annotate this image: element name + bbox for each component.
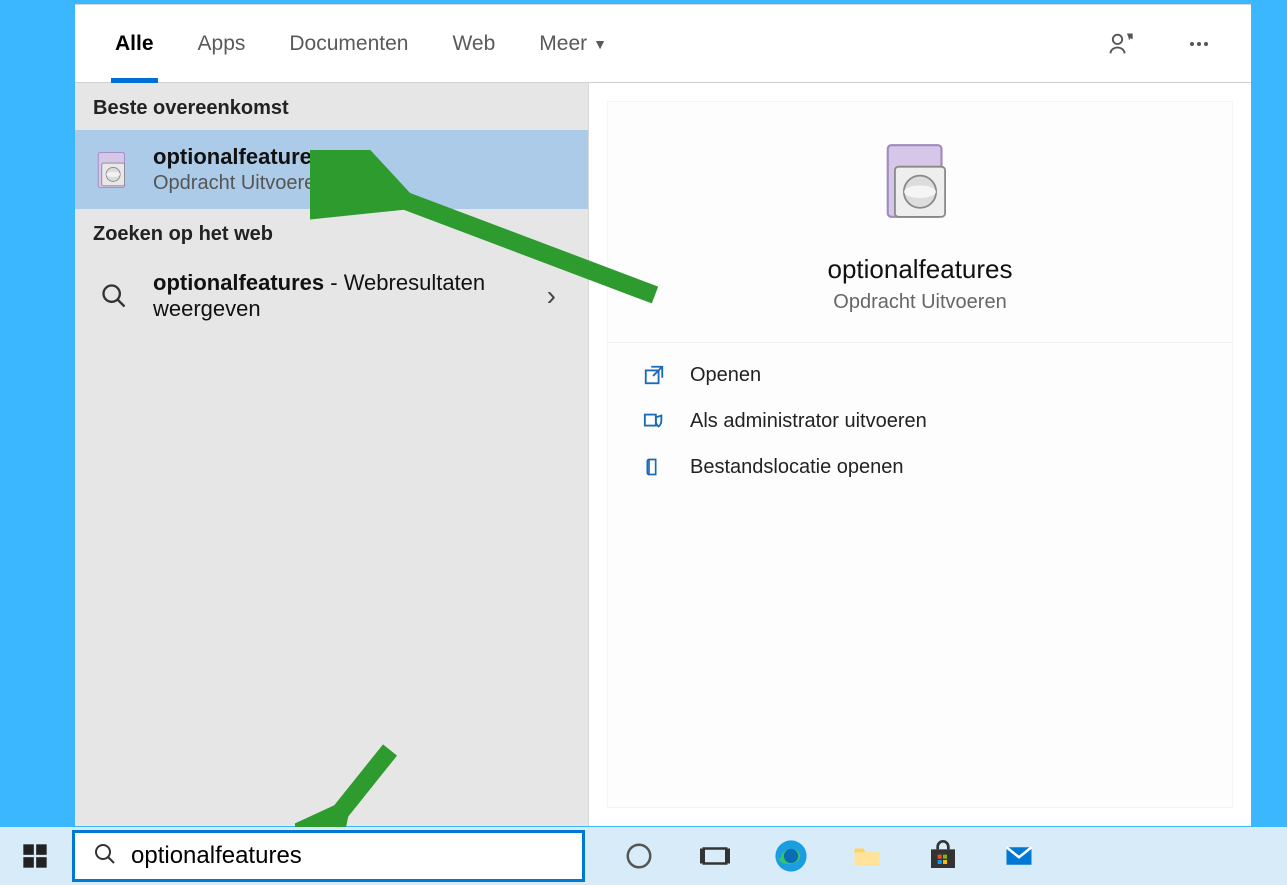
action-open-label: Openen	[690, 364, 761, 387]
tab-documents[interactable]: Documenten	[267, 5, 430, 82]
shield-icon	[642, 409, 666, 433]
file-explorer-icon[interactable]	[849, 838, 885, 874]
tab-apps[interactable]: Apps	[176, 5, 268, 82]
more-options-icon[interactable]	[1179, 24, 1219, 64]
taskbar	[0, 827, 1287, 885]
edge-icon[interactable]	[773, 838, 809, 874]
task-view-icon[interactable]	[697, 838, 733, 874]
tab-more[interactable]: Meer ▼	[517, 5, 629, 82]
search-tabs: Alle Apps Documenten Web Meer ▼	[75, 5, 1251, 83]
start-button[interactable]	[6, 827, 64, 885]
chevron-right-icon: ›	[547, 280, 570, 312]
tab-more-label: Meer	[539, 32, 587, 56]
action-open[interactable]: Openen	[642, 363, 1198, 387]
preview-app-icon	[877, 138, 963, 224]
action-open-location-label: Bestandslocatie openen	[690, 456, 904, 479]
results-list: Beste overeenkomst optionalfeatures Opdr…	[75, 83, 589, 826]
web-result[interactable]: optionalfeatures - Webresultaten weergev…	[75, 256, 588, 336]
best-match-title: optionalfeatures	[153, 144, 326, 170]
search-input[interactable]	[131, 842, 564, 870]
run-command-icon	[93, 149, 135, 191]
best-match-subtitle: Opdracht Uitvoeren	[153, 172, 326, 195]
feedback-icon[interactable]	[1101, 24, 1141, 64]
tab-web[interactable]: Web	[430, 5, 517, 82]
preview-title: optionalfeatures	[827, 254, 1012, 285]
chevron-down-icon: ▼	[593, 36, 607, 52]
folder-icon	[642, 455, 666, 479]
search-panel: Alle Apps Documenten Web Meer ▼ Beste ov…	[75, 4, 1251, 826]
web-search-header: Zoeken op het web	[75, 209, 588, 256]
web-result-title: optionalfeatures - Webresultaten weergev…	[153, 270, 529, 322]
microsoft-store-icon[interactable]	[925, 838, 961, 874]
action-run-admin[interactable]: Als administrator uitvoeren	[642, 409, 1198, 433]
action-open-location[interactable]: Bestandslocatie openen	[642, 455, 1198, 479]
best-match-result[interactable]: optionalfeatures Opdracht Uitvoeren	[75, 130, 588, 209]
preview-subtitle: Opdracht Uitvoeren	[833, 291, 1006, 314]
open-icon	[642, 363, 666, 387]
cortana-icon[interactable]	[621, 838, 657, 874]
best-match-header: Beste overeenkomst	[75, 83, 588, 130]
action-run-admin-label: Als administrator uitvoeren	[690, 410, 927, 433]
search-icon	[93, 275, 135, 317]
tab-all[interactable]: Alle	[93, 5, 176, 82]
mail-icon[interactable]	[1001, 838, 1037, 874]
preview-pane: optionalfeatures Opdracht Uitvoeren Open…	[589, 83, 1251, 826]
search-icon	[93, 842, 117, 871]
taskbar-search[interactable]	[72, 830, 585, 882]
